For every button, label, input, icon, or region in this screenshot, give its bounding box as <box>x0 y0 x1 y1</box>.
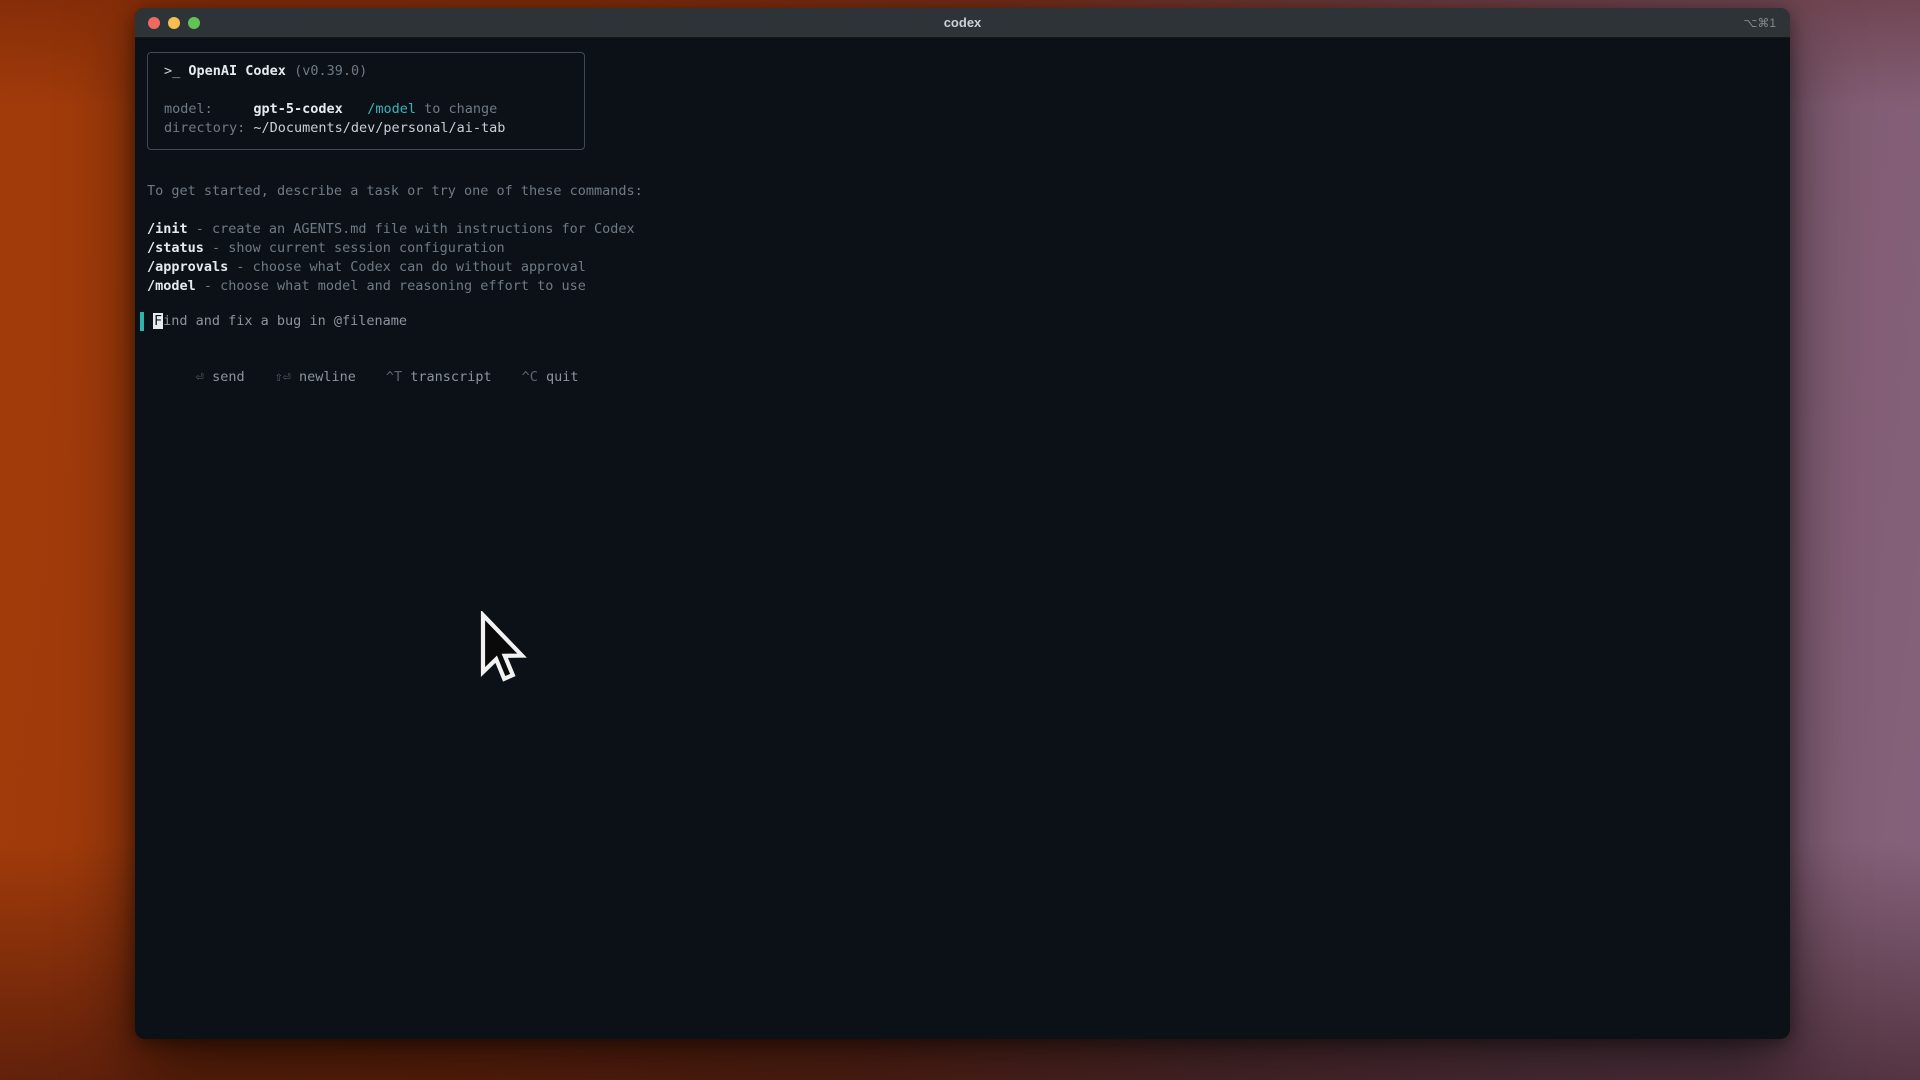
window-shortcut-badge: ⌥⌘1 <box>1743 8 1776 38</box>
prompt-glyph: >_ <box>164 63 180 79</box>
title-bar[interactable]: codex ⌥⌘1 <box>135 8 1790 38</box>
input-placeholder-rest: ind and fix a bug in @filename <box>163 313 407 329</box>
terminal-window: codex ⌥⌘1 >_ OpenAI Codex (v0.39.0) mode… <box>135 8 1790 1039</box>
banner-title-line: >_ OpenAI Codex (v0.39.0) <box>164 62 566 81</box>
command-model: /model - choose what model and reasoning… <box>147 277 1770 296</box>
command-approvals: /approvals - choose what Codex can do wi… <box>147 258 1770 277</box>
hint-transcript: ^T transcript <box>386 369 492 385</box>
command-approvals-desc: - choose what Codex can do without appro… <box>228 259 586 275</box>
command-init: /init - create an AGENTS.md file with in… <box>147 220 1770 239</box>
hint-quit-label: quit <box>546 369 579 385</box>
command-model-desc: - choose what model and reasoning effort… <box>196 278 586 294</box>
return-key-icon: ⏎ <box>196 369 204 385</box>
prompt-input[interactable]: Find and fix a bug in @filename <box>140 312 1770 331</box>
banner-spacer <box>164 81 566 100</box>
directory-label: directory: <box>164 119 253 138</box>
model-command-suffix: to change <box>416 101 497 117</box>
intro-text: To get started, describe a task or try o… <box>147 182 1770 201</box>
desktop: { "window": { "title": "codex", "shortcu… <box>0 0 1920 1080</box>
codex-banner-box: >_ OpenAI Codex (v0.39.0) model:gpt-5-co… <box>147 52 585 150</box>
banner-directory-line: directory:~/Documents/dev/personal/ai-ta… <box>164 119 566 138</box>
banner-model-line: model:gpt-5-codex /model to change <box>164 100 566 119</box>
hint-send: ⏎ send <box>196 369 245 385</box>
text-cursor: F <box>153 313 163 329</box>
command-status: /status - show current session configura… <box>147 239 1770 258</box>
command-status-name: /status <box>147 240 204 256</box>
keybinding-footer: ⏎ send ⇧⏎ newline ^T transcript ^C quit <box>147 349 1770 406</box>
shift-return-key-icon: ⇧⏎ <box>275 369 291 385</box>
window-title: codex <box>135 8 1790 38</box>
command-approvals-name: /approvals <box>147 259 228 275</box>
hint-newline: ⇧⏎ newline <box>275 369 356 385</box>
hint-newline-label: newline <box>299 369 356 385</box>
terminal-content[interactable]: >_ OpenAI Codex (v0.39.0) model:gpt-5-co… <box>135 38 1790 1038</box>
command-status-desc: - show current session configuration <box>204 240 505 256</box>
model-label: model: <box>164 100 253 119</box>
command-init-desc: - create an AGENTS.md file with instruct… <box>188 221 635 237</box>
app-version: (v0.39.0) <box>294 63 367 79</box>
hint-quit: ^C quit <box>522 369 579 385</box>
model-value: gpt-5-codex <box>253 101 342 117</box>
ctrl-c-key: ^C <box>522 369 538 385</box>
hint-send-label: send <box>212 369 245 385</box>
command-list: /init - create an AGENTS.md file with in… <box>147 220 1770 296</box>
command-model-name: /model <box>147 278 196 294</box>
ctrl-t-key: ^T <box>386 369 402 385</box>
directory-value: ~/Documents/dev/personal/ai-tab <box>253 120 505 136</box>
model-command-hint: /model <box>367 101 416 117</box>
command-init-name: /init <box>147 221 188 237</box>
hint-transcript-label: transcript <box>410 369 491 385</box>
input-placeholder: Find and fix a bug in @filename <box>153 312 407 331</box>
app-name: OpenAI Codex <box>188 63 286 79</box>
input-accent-bar <box>140 312 144 331</box>
